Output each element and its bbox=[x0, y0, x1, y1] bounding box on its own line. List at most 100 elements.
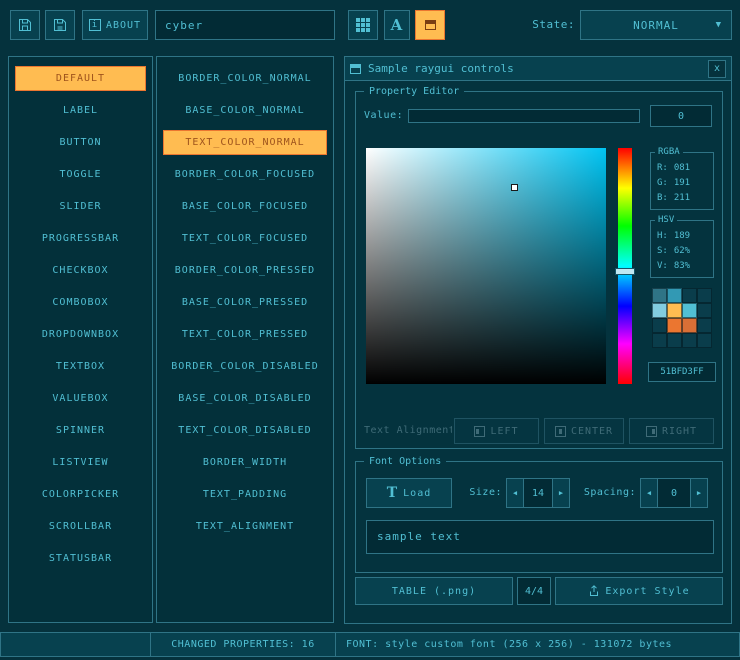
changed-properties-text: CHANGED PROPERTIES: 16 bbox=[171, 639, 314, 650]
align-left-button[interactable]: LEFT bbox=[454, 418, 539, 444]
style-name-input[interactable] bbox=[155, 10, 335, 40]
load-style-button[interactable] bbox=[10, 10, 40, 40]
window-titlebar[interactable]: Sample raygui controls x bbox=[345, 57, 731, 81]
rgba-label: RGBA bbox=[655, 146, 683, 159]
g-label: G: bbox=[657, 176, 668, 191]
font-mode-button[interactable]: A bbox=[384, 10, 410, 40]
property-item-border-width[interactable]: BORDER_WIDTH bbox=[163, 450, 327, 475]
hue-slider[interactable] bbox=[618, 148, 632, 384]
state-dropdown[interactable]: NORMAL ▼ bbox=[580, 10, 732, 40]
control-item-button[interactable]: BUTTON bbox=[15, 130, 146, 155]
style-color-swatch[interactable] bbox=[697, 303, 712, 318]
property-item-border-color-disabled[interactable]: BORDER_COLOR_DISABLED bbox=[163, 354, 327, 379]
property-item-base-color-focused[interactable]: BASE_COLOR_FOCUSED bbox=[163, 194, 327, 219]
value-slider[interactable] bbox=[408, 109, 640, 123]
hex-color-input[interactable]: 51BFD3FF bbox=[648, 362, 716, 382]
property-item-base-color-pressed[interactable]: BASE_COLOR_PRESSED bbox=[163, 290, 327, 315]
color-panel[interactable] bbox=[366, 148, 606, 384]
floppy-save-icon bbox=[52, 17, 68, 33]
h-label: H: bbox=[657, 229, 668, 244]
style-color-swatch[interactable] bbox=[652, 288, 667, 303]
control-item-statusbar[interactable]: STATUSBAR bbox=[15, 546, 146, 571]
font-size-label: Size: bbox=[460, 478, 502, 508]
style-color-swatch[interactable] bbox=[682, 303, 697, 318]
size-decrement-button[interactable]: ◀ bbox=[506, 478, 524, 508]
align-right-button[interactable]: RIGHT bbox=[629, 418, 714, 444]
size-value[interactable]: 14 bbox=[523, 478, 553, 508]
controls-mode-button[interactable] bbox=[415, 10, 445, 40]
statusbar-left bbox=[0, 632, 151, 657]
style-color-swatch[interactable] bbox=[682, 333, 697, 348]
align-center-icon bbox=[555, 426, 566, 437]
align-center-button[interactable]: CENTER bbox=[544, 418, 624, 444]
spacing-increment-button[interactable]: ▶ bbox=[690, 478, 708, 508]
size-increment-button[interactable]: ▶ bbox=[552, 478, 570, 508]
font-load-label: Load bbox=[403, 488, 431, 499]
style-color-swatch[interactable] bbox=[652, 303, 667, 318]
style-color-swatch[interactable] bbox=[667, 318, 682, 333]
property-item-text-color-disabled[interactable]: TEXT_COLOR_DISABLED bbox=[163, 418, 327, 443]
spacing-decrement-button[interactable]: ◀ bbox=[640, 478, 658, 508]
control-item-toggle[interactable]: TOGGLE bbox=[15, 162, 146, 187]
table-pages-indicator[interactable]: 4/4 bbox=[517, 577, 551, 605]
style-color-swatch[interactable] bbox=[697, 288, 712, 303]
property-item-text-alignment[interactable]: TEXT_ALIGNMENT bbox=[163, 514, 327, 539]
statusbar-font-info: FONT: style custom font (256 x 256) - 13… bbox=[335, 632, 740, 657]
align-left-label: LEFT bbox=[490, 426, 518, 437]
control-item-dropdownbox[interactable]: DROPDOWNBOX bbox=[15, 322, 146, 347]
property-item-border-color-focused[interactable]: BORDER_COLOR_FOCUSED bbox=[163, 162, 327, 187]
property-item-base-color-disabled[interactable]: BASE_COLOR_DISABLED bbox=[163, 386, 327, 411]
property-item-text-padding[interactable]: TEXT_PADDING bbox=[163, 482, 327, 507]
property-item-border-color-normal[interactable]: BORDER_COLOR_NORMAL bbox=[163, 66, 327, 91]
property-item-text-color-normal[interactable]: TEXT_COLOR_NORMAL bbox=[163, 130, 327, 155]
about-button[interactable]: i ABOUT bbox=[82, 10, 148, 40]
style-color-swatch[interactable] bbox=[652, 318, 667, 333]
hsv-v: V:83% bbox=[651, 259, 713, 274]
style-color-swatch[interactable] bbox=[667, 288, 682, 303]
controls-list-panel: DEFAULT LABEL BUTTON TOGGLE SLIDER PROGR… bbox=[8, 56, 153, 623]
style-color-swatch[interactable] bbox=[697, 318, 712, 333]
font-sample-textbox[interactable]: sample text bbox=[366, 520, 714, 554]
control-item-slider[interactable]: SLIDER bbox=[15, 194, 146, 219]
hsv-label: HSV bbox=[655, 214, 677, 227]
control-item-progressbar[interactable]: PROGRESSBAR bbox=[15, 226, 146, 251]
save-style-button[interactable] bbox=[45, 10, 75, 40]
b-value: 211 bbox=[674, 191, 690, 206]
property-item-border-color-pressed[interactable]: BORDER_COLOR_PRESSED bbox=[163, 258, 327, 283]
floppy-icon bbox=[17, 17, 33, 33]
control-item-spinner[interactable]: SPINNER bbox=[15, 418, 146, 443]
property-item-base-color-normal[interactable]: BASE_COLOR_NORMAL bbox=[163, 98, 327, 123]
control-item-combobox[interactable]: COMBOBOX bbox=[15, 290, 146, 315]
style-color-swatch[interactable] bbox=[697, 333, 712, 348]
export-style-button[interactable]: Export Style bbox=[555, 577, 723, 605]
control-item-listview[interactable]: LISTVIEW bbox=[15, 450, 146, 475]
state-dropdown-value: NORMAL bbox=[633, 19, 679, 32]
spacing-value[interactable]: 0 bbox=[657, 478, 691, 508]
font-load-button[interactable]: T Load bbox=[366, 478, 452, 508]
style-color-swatch[interactable] bbox=[667, 303, 682, 318]
control-item-colorpicker[interactable]: COLORPICKER bbox=[15, 482, 146, 507]
close-button[interactable]: x bbox=[708, 60, 726, 78]
properties-list-panel: BORDER_COLOR_NORMAL BASE_COLOR_NORMAL TE… bbox=[156, 56, 334, 623]
control-item-scrollbar[interactable]: SCROLLBAR bbox=[15, 514, 146, 539]
control-item-valuebox[interactable]: VALUEBOX bbox=[15, 386, 146, 411]
table-png-button[interactable]: TABLE (.png) bbox=[355, 577, 513, 605]
hue-handle[interactable] bbox=[615, 268, 635, 275]
state-label: State: bbox=[505, 10, 575, 40]
align-right-icon bbox=[646, 426, 657, 437]
property-item-text-color-pressed[interactable]: TEXT_COLOR_PRESSED bbox=[163, 322, 327, 347]
control-item-checkbox[interactable]: CHECKBOX bbox=[15, 258, 146, 283]
style-color-swatch[interactable] bbox=[652, 333, 667, 348]
control-item-label[interactable]: LABEL bbox=[15, 98, 146, 123]
control-item-default[interactable]: DEFAULT bbox=[15, 66, 146, 91]
style-color-swatch[interactable] bbox=[682, 288, 697, 303]
style-color-swatch[interactable] bbox=[667, 333, 682, 348]
property-item-text-color-focused[interactable]: TEXT_COLOR_FOCUSED bbox=[163, 226, 327, 251]
style-color-swatch[interactable] bbox=[682, 318, 697, 333]
font-spacing-spinner: ◀ 0 ▶ bbox=[640, 478, 708, 508]
value-box[interactable]: 0 bbox=[650, 105, 712, 127]
font-size-spinner: ◀ 14 ▶ bbox=[506, 478, 570, 508]
control-item-textbox[interactable]: TEXTBOX bbox=[15, 354, 146, 379]
style-table-mode-button[interactable] bbox=[348, 10, 378, 40]
text-alignment-label: Text Alignment: bbox=[364, 418, 452, 444]
